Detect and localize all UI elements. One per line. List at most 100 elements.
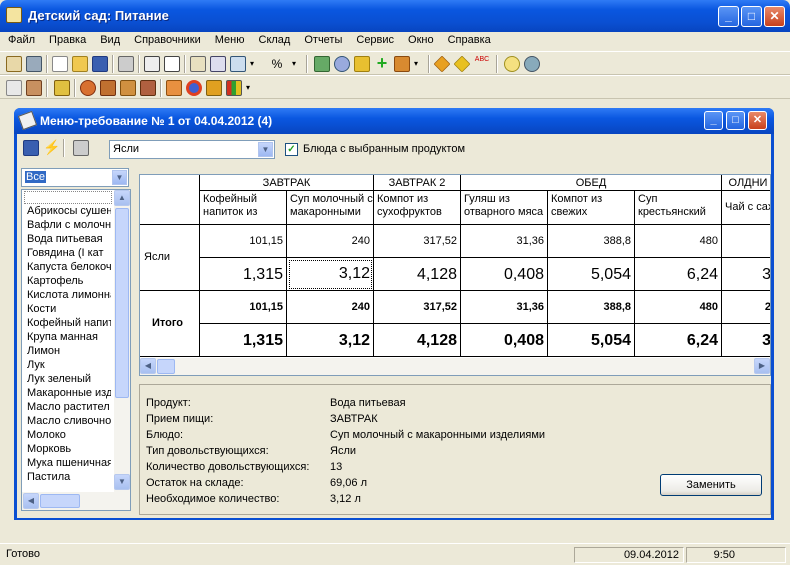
list-item[interactable]: Масло сливочное [27,415,111,429]
print-icon[interactable] [118,56,134,72]
ring-chart-icon[interactable] [186,80,202,96]
book-icon[interactable] [190,56,206,72]
lightbulb-icon[interactable] [504,56,520,72]
add-icon[interactable]: + [374,54,390,72]
child-maximize-button[interactable]: □ [726,111,745,130]
network-icon[interactable] [524,56,540,72]
bread-icon[interactable] [120,80,136,96]
product-list[interactable]: Абрикосы сушеные Вафли с молочным Вода п… [21,189,131,511]
coins-icon[interactable] [354,56,370,72]
grid-cell[interactable]: 0,408 [461,258,548,291]
meat-icon[interactable] [100,80,116,96]
menu-warehouse[interactable]: Склад [251,32,297,46]
list-item-empty[interactable] [24,191,112,204]
scroll-left-icon[interactable]: ◀ [23,493,39,509]
oven-icon[interactable] [206,80,222,96]
list-item[interactable]: Кости [27,303,111,317]
scroll-thumb[interactable] [40,494,80,508]
people-icon[interactable] [26,80,42,96]
list-item[interactable]: Вода питьевая [27,233,111,247]
menu-window[interactable]: Окно [400,32,440,46]
list-item[interactable]: Кислота лимонная [27,289,111,303]
list-item[interactable]: Абрикосы сушеные [27,205,111,219]
list-item[interactable]: Лук [27,359,111,373]
list-item[interactable]: Молоко [27,429,111,443]
grid-cell[interactable]: 5,054 [548,258,635,291]
menu-menu[interactable]: Меню [207,32,251,46]
table-dropdown-icon[interactable]: ▾ [250,56,260,72]
save-icon[interactable] [92,56,108,72]
grid-cell[interactable]: 388,8 [548,225,635,258]
globe-icon[interactable] [334,56,350,72]
list-item[interactable]: Кофейный напиток [27,317,111,331]
save-icon[interactable] [23,140,39,156]
list-item[interactable]: Пастила [27,471,111,485]
menu-view[interactable]: Вид [92,32,126,46]
menu-grid[interactable]: ЗАВТРАК ЗАВТРАК 2 ОБЕД ОЛДНИ Кофейный нап… [139,174,771,376]
menu-reports[interactable]: Отчеты [296,32,348,46]
grid-cell-selected[interactable]: 3,12 [287,258,374,291]
kitchen-icon[interactable] [140,80,156,96]
group-select[interactable]: Ясли ▼ [109,140,275,159]
grid-cell[interactable]: 101,15 [200,225,287,258]
grid-cell[interactable] [722,225,770,258]
product-category-select[interactable]: Все ▼ [21,168,129,187]
list-item[interactable]: Говядина (I кат [27,247,111,261]
grid-cell[interactable]: 6,24 [635,258,722,291]
table-icon[interactable] [230,56,246,72]
arrow-up-icon[interactable] [433,55,451,73]
minimize-button[interactable]: _ [718,6,739,27]
scroll-thumb[interactable] [115,208,129,398]
users-icon[interactable] [26,56,42,72]
percent-dropdown-icon[interactable]: ▾ [292,56,302,72]
list-item[interactable]: Мука пшеничная [27,457,111,471]
binoculars-icon[interactable] [144,56,160,72]
list-item[interactable]: Картофель [27,275,111,289]
chevron-down-icon[interactable]: ▼ [112,170,127,185]
menu-file[interactable]: Файл [0,32,41,46]
box-icon[interactable] [394,56,410,72]
open-folder-icon[interactable] [72,56,88,72]
menu-help[interactable]: Справка [440,32,497,46]
document-icon[interactable] [6,80,22,96]
percent-button[interactable]: % [262,56,292,72]
grid-cell[interactable]: 3 [722,258,770,291]
list-item[interactable]: Масло растител [27,401,111,415]
scroll-up-icon[interactable]: ▲ [114,190,130,206]
sort-icon[interactable] [164,56,180,72]
lock-icon[interactable] [54,80,70,96]
bar-chart-icon[interactable] [226,80,242,96]
grid-cell[interactable]: 1,315 [200,258,287,291]
palette-icon[interactable] [166,80,182,96]
product-filter-checkbox[interactable]: ✓ [285,143,298,156]
list-item[interactable]: Крупа манная [27,331,111,345]
menu-references[interactable]: Справочники [126,32,207,46]
scroll-down-icon[interactable]: ▼ [114,474,130,490]
grid-cell[interactable]: 240 [287,225,374,258]
chart-dropdown-icon[interactable]: ▾ [246,80,256,96]
list-item[interactable]: Морковь [27,443,111,457]
new-document-icon[interactable] [52,56,68,72]
grid-cell[interactable]: 31,36 [461,225,548,258]
print-icon[interactable] [73,140,89,156]
tools-icon[interactable] [314,56,330,72]
child-minimize-button[interactable]: _ [704,111,723,130]
horizontal-scrollbar[interactable]: ◀ [22,492,114,510]
list-item[interactable]: Капуста белокоч [27,261,111,275]
food-icon[interactable] [80,80,96,96]
lightning-icon[interactable]: ⚡ [43,140,60,156]
close-button[interactable]: ✕ [764,6,785,27]
grid-cell[interactable]: 4,128 [374,258,461,291]
chevron-down-icon[interactable]: ▼ [258,142,273,157]
list-item[interactable]: Макаронные изд [27,387,111,401]
home-icon[interactable] [6,56,22,72]
scroll-right-icon[interactable]: ▶ [754,358,770,374]
list-item[interactable]: Лимон [27,345,111,359]
maximize-button[interactable]: □ [741,6,762,27]
arrow-down-icon[interactable] [453,55,471,73]
scroll-left-icon[interactable]: ◀ [140,358,156,374]
grid-cell[interactable]: 317,52 [374,225,461,258]
menu-edit[interactable]: Правка [41,32,92,46]
replace-button[interactable]: Заменить [660,474,762,496]
grid-cell[interactable]: 480 [635,225,722,258]
